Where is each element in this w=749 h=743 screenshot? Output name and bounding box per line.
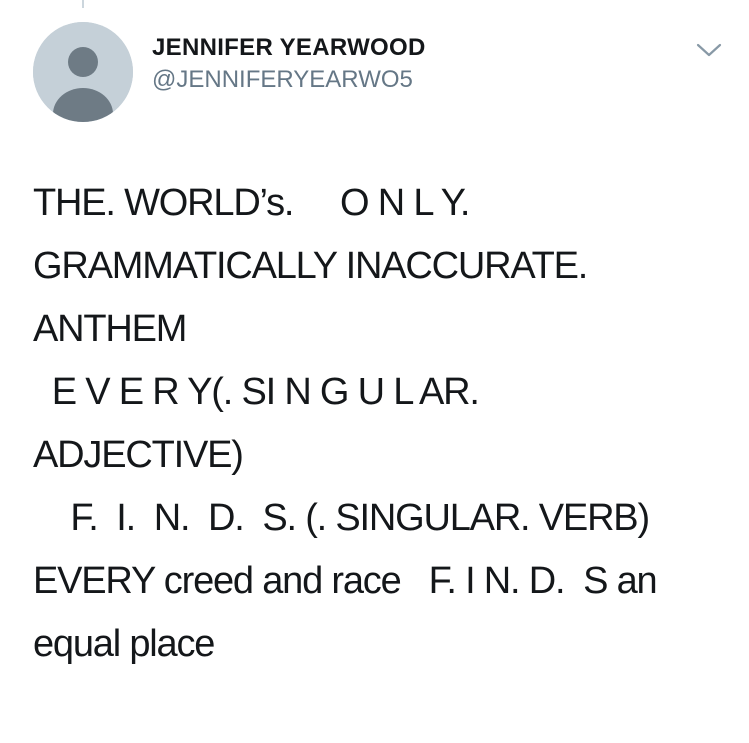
avatar[interactable]: [33, 22, 133, 122]
chevron-down-icon: [696, 43, 722, 57]
default-profile-avatar-icon: [33, 22, 133, 122]
tweet-text-line: GRAMMATICALLY INACCURATE.: [33, 245, 588, 287]
author-handle[interactable]: @JENNIFERYEARWO5: [152, 65, 426, 95]
thread-connector-line: [82, 0, 84, 8]
author-display-name[interactable]: JENNIFER YEARWOOD: [152, 33, 426, 63]
tweet-text-line: equal place: [33, 623, 215, 665]
tweet-text-line: ANTHEM: [33, 308, 187, 350]
tweet-text-line: F. I. N. D. S. (. SINGULAR. VERB): [33, 497, 650, 539]
tweet-author[interactable]: JENNIFER YEARWOOD @JENNIFERYEARWO5: [152, 33, 426, 95]
tweet-menu-button[interactable]: [696, 40, 722, 60]
tweet-text-line: ADJECTIVE): [33, 434, 244, 476]
tweet-text-line: EVERY creed and race F. I N. D. S an: [33, 560, 658, 602]
tweet-text-line: E V E R Y(. SI N G U L AR.: [33, 371, 480, 413]
tweet-text-line: THE. WORLD’s. O N L Y.: [33, 182, 470, 224]
tweet-text: THE. WORLD’s. O N L Y. GRAMMATICALLY INA…: [33, 172, 733, 676]
